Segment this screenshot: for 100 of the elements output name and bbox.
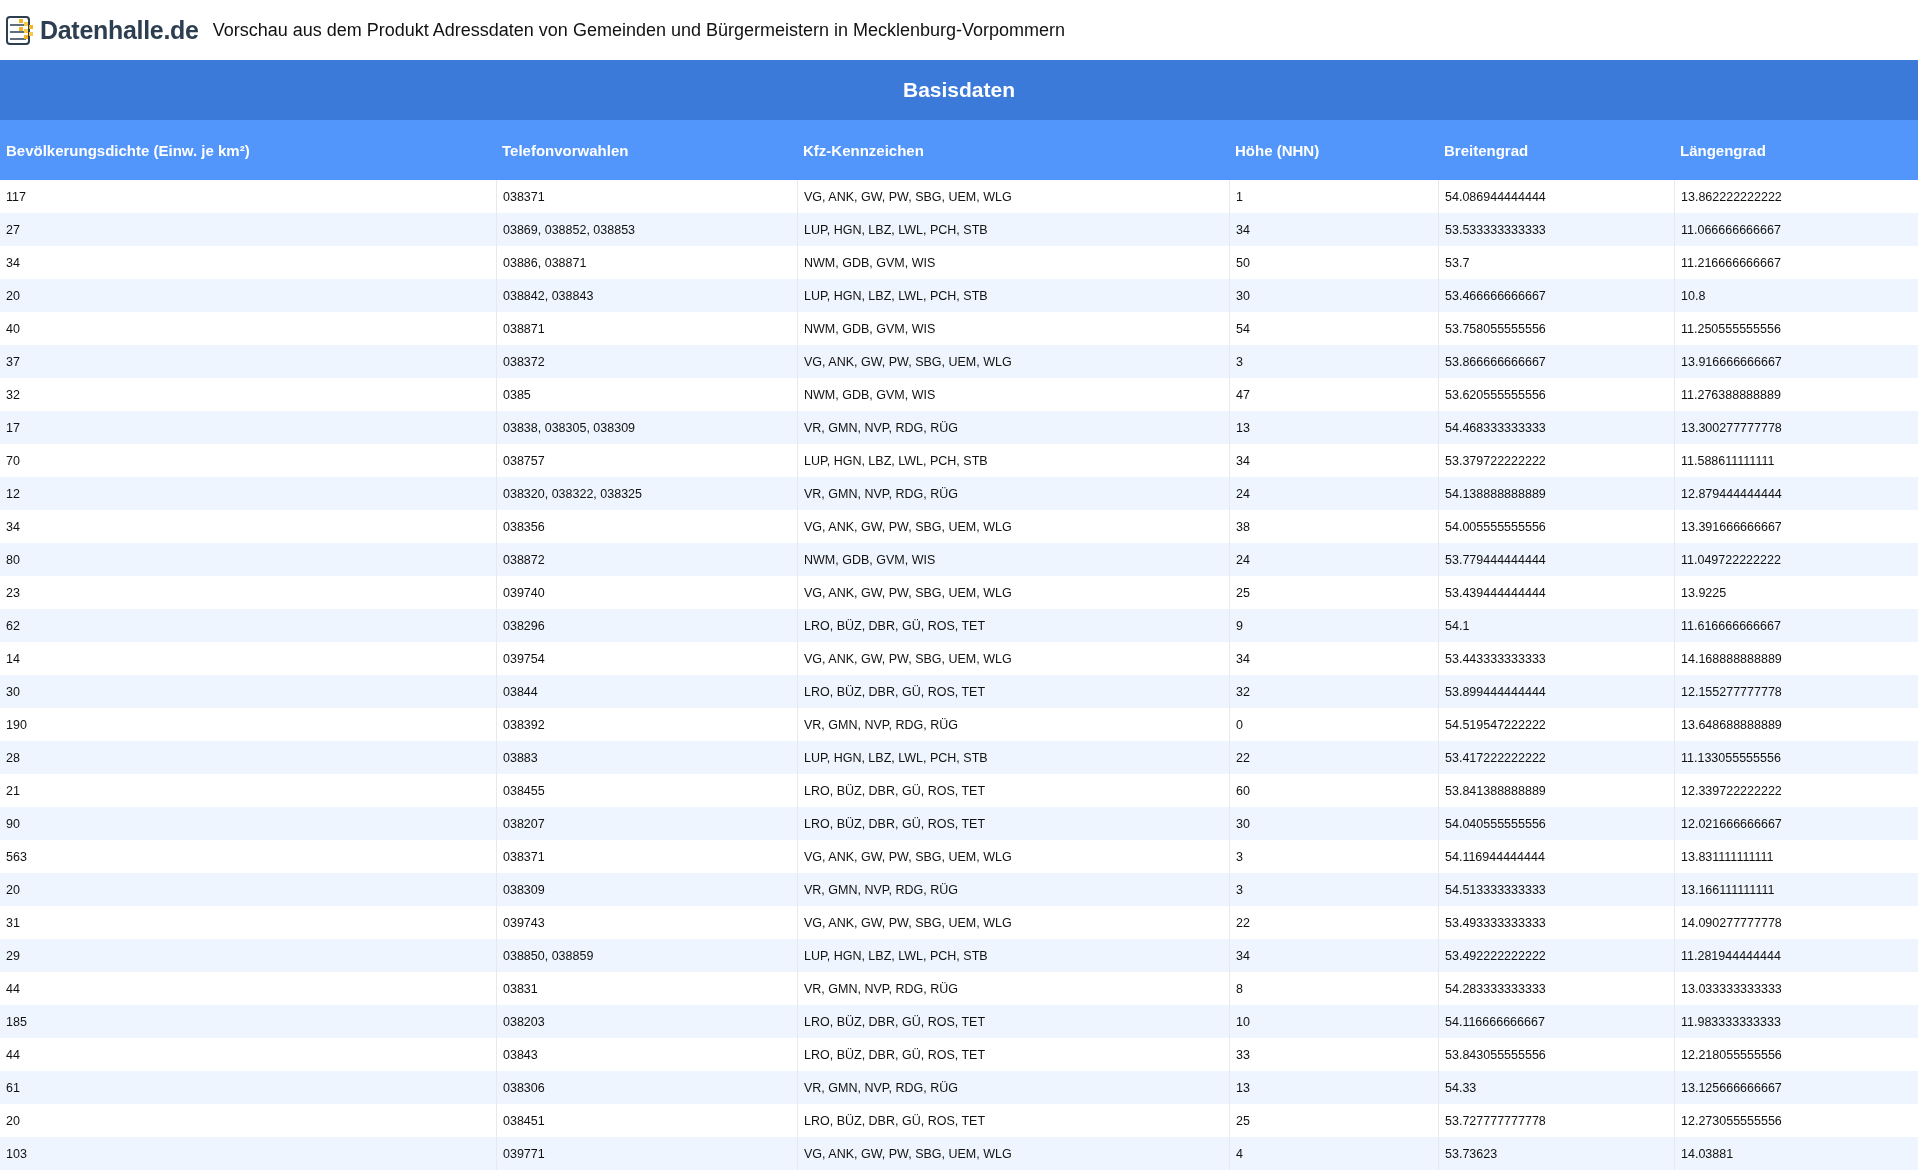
table-cell: 24 — [1229, 543, 1438, 576]
column-header: Längengrad — [1674, 120, 1918, 180]
table-cell: 62 — [0, 609, 496, 642]
table-cell: 038320, 038322, 038325 — [496, 477, 797, 510]
table-cell: LUP, HGN, LBZ, LWL, PCH, STB — [797, 213, 1229, 246]
table-cell: VR, GMN, NVP, RDG, RÜG — [797, 411, 1229, 444]
table-cell: VR, GMN, NVP, RDG, RÜG — [797, 873, 1229, 906]
column-header: Bevölkerungsdichte (Einw. je km²) — [0, 120, 496, 180]
table-cell: 80 — [0, 543, 496, 576]
table-cell: 4 — [1229, 1137, 1438, 1170]
table-cell: 13.916666666667 — [1674, 345, 1918, 378]
table-cell: 038296 — [496, 609, 797, 642]
table-cell: 90 — [0, 807, 496, 840]
table-cell: LRO, BÜZ, DBR, GÜ, ROS, TET — [797, 1005, 1229, 1038]
table-cell: NWM, GDB, GVM, WIS — [797, 543, 1229, 576]
table-cell: 13.166111111111 — [1674, 873, 1918, 906]
table-cell: 27 — [0, 213, 496, 246]
table-cell: 12 — [0, 477, 496, 510]
table-cell: 038842, 038843 — [496, 279, 797, 312]
table-cell: VG, ANK, GW, PW, SBG, UEM, WLG — [797, 345, 1229, 378]
table-cell: 038372 — [496, 345, 797, 378]
table-cell: 9 — [1229, 609, 1438, 642]
table-cell: 03869, 038852, 038853 — [496, 213, 797, 246]
table-cell: 11.133055555556 — [1674, 741, 1918, 774]
table-cell: 038203 — [496, 1005, 797, 1038]
table-cell: 29 — [0, 939, 496, 972]
table-cell: 32 — [1229, 675, 1438, 708]
table-cell: 03838, 038305, 038309 — [496, 411, 797, 444]
table-cell: 038306 — [496, 1071, 797, 1104]
table-cell: VR, GMN, NVP, RDG, RÜG — [797, 1071, 1229, 1104]
table-cell: 039771 — [496, 1137, 797, 1170]
table-cell: 28 — [0, 741, 496, 774]
table-cell: 13 — [1229, 1071, 1438, 1104]
table-cell: 03883 — [496, 741, 797, 774]
table-cell: 20 — [0, 873, 496, 906]
table-cell: 11.066666666667 — [1674, 213, 1918, 246]
table-cell: LRO, BÜZ, DBR, GÜ, ROS, TET — [797, 807, 1229, 840]
table-cell: 53.779444444444 — [1438, 543, 1674, 576]
table-cell: 03844 — [496, 675, 797, 708]
table-cell: 54.040555555556 — [1438, 807, 1674, 840]
table-cell: 038872 — [496, 543, 797, 576]
column-header: Kfz-Kennzeichen — [797, 120, 1229, 180]
table-cell: 14.03881 — [1674, 1137, 1918, 1170]
table-cell: 53.866666666667 — [1438, 345, 1674, 378]
column-header: Telefonvorwahlen — [496, 120, 797, 180]
table-cell: 17 — [0, 411, 496, 444]
table-cell: 11.983333333333 — [1674, 1005, 1918, 1038]
table-cell: 10.8 — [1674, 279, 1918, 312]
table-cell: 54.468333333333 — [1438, 411, 1674, 444]
column-header: Breitengrad — [1438, 120, 1674, 180]
table-cell: LRO, BÜZ, DBR, GÜ, ROS, TET — [797, 609, 1229, 642]
table-cell: 22 — [1229, 741, 1438, 774]
table-cell: 12.155277777778 — [1674, 675, 1918, 708]
table-cell: 24 — [1229, 477, 1438, 510]
table-cell: 30 — [1229, 807, 1438, 840]
table-cell: 11.616666666667 — [1674, 609, 1918, 642]
table-cell: 038207 — [496, 807, 797, 840]
table-cell: LUP, HGN, LBZ, LWL, PCH, STB — [797, 939, 1229, 972]
table-cell: 3 — [1229, 873, 1438, 906]
table-cell: 038309 — [496, 873, 797, 906]
table-cell: 11.281944444444 — [1674, 939, 1918, 972]
table-cell: LUP, HGN, LBZ, LWL, PCH, STB — [797, 279, 1229, 312]
table-cell: 34 — [1229, 939, 1438, 972]
table-cell: 53.73623 — [1438, 1137, 1674, 1170]
table-cell: LRO, BÜZ, DBR, GÜ, ROS, TET — [797, 675, 1229, 708]
table-cell: 30 — [1229, 279, 1438, 312]
table-cell: LUP, HGN, LBZ, LWL, PCH, STB — [797, 741, 1229, 774]
table-cell: 53.466666666667 — [1438, 279, 1674, 312]
section-title: Basisdaten — [902, 78, 1015, 102]
logo-text[interactable]: Datenhalle.de — [40, 15, 199, 45]
table-cell: 11.049722222222 — [1674, 543, 1918, 576]
table-cell: 30 — [0, 675, 496, 708]
table-cell: 54.138888888889 — [1438, 477, 1674, 510]
table-cell: 13 — [1229, 411, 1438, 444]
table-cell: 103 — [0, 1137, 496, 1170]
table-cell: 13.300277777778 — [1674, 411, 1918, 444]
table-cell: VR, GMN, NVP, RDG, RÜG — [797, 477, 1229, 510]
table-cell: 54.116666666667 — [1438, 1005, 1674, 1038]
database-logo-icon — [6, 14, 36, 46]
table-cell: 53.899444444444 — [1438, 675, 1674, 708]
table-cell: 10 — [1229, 1005, 1438, 1038]
table-cell: 12.879444444444 — [1674, 477, 1918, 510]
table-cell: 53.417222222222 — [1438, 741, 1674, 774]
table-cell: 12.021666666667 — [1674, 807, 1918, 840]
page-title: Vorschau aus dem Produkt Adressdaten von Gemeinden und Bürgermeistern in Mecklenburg-Vorpommern — [212, 19, 1066, 41]
table-cell: VG, ANK, GW, PW, SBG, UEM, WLG — [797, 1137, 1229, 1170]
table-cell: 3 — [1229, 345, 1438, 378]
column-header: Höhe (NHN) — [1229, 120, 1438, 180]
table-cell: 54.33 — [1438, 1071, 1674, 1104]
table-cell: 13.125666666667 — [1674, 1071, 1918, 1104]
table-cell: 20 — [0, 279, 496, 312]
table-cell: 53.533333333333 — [1438, 213, 1674, 246]
table-cell: 37 — [0, 345, 496, 378]
table-cell: 61 — [0, 1071, 496, 1104]
table-cell: 185 — [0, 1005, 496, 1038]
table-cell: 038850, 038859 — [496, 939, 797, 972]
table-cell: 54.1 — [1438, 609, 1674, 642]
table-cell: 53.492222222222 — [1438, 939, 1674, 972]
table-cell: 34 — [1229, 213, 1438, 246]
table-cell: 54.513333333333 — [1438, 873, 1674, 906]
